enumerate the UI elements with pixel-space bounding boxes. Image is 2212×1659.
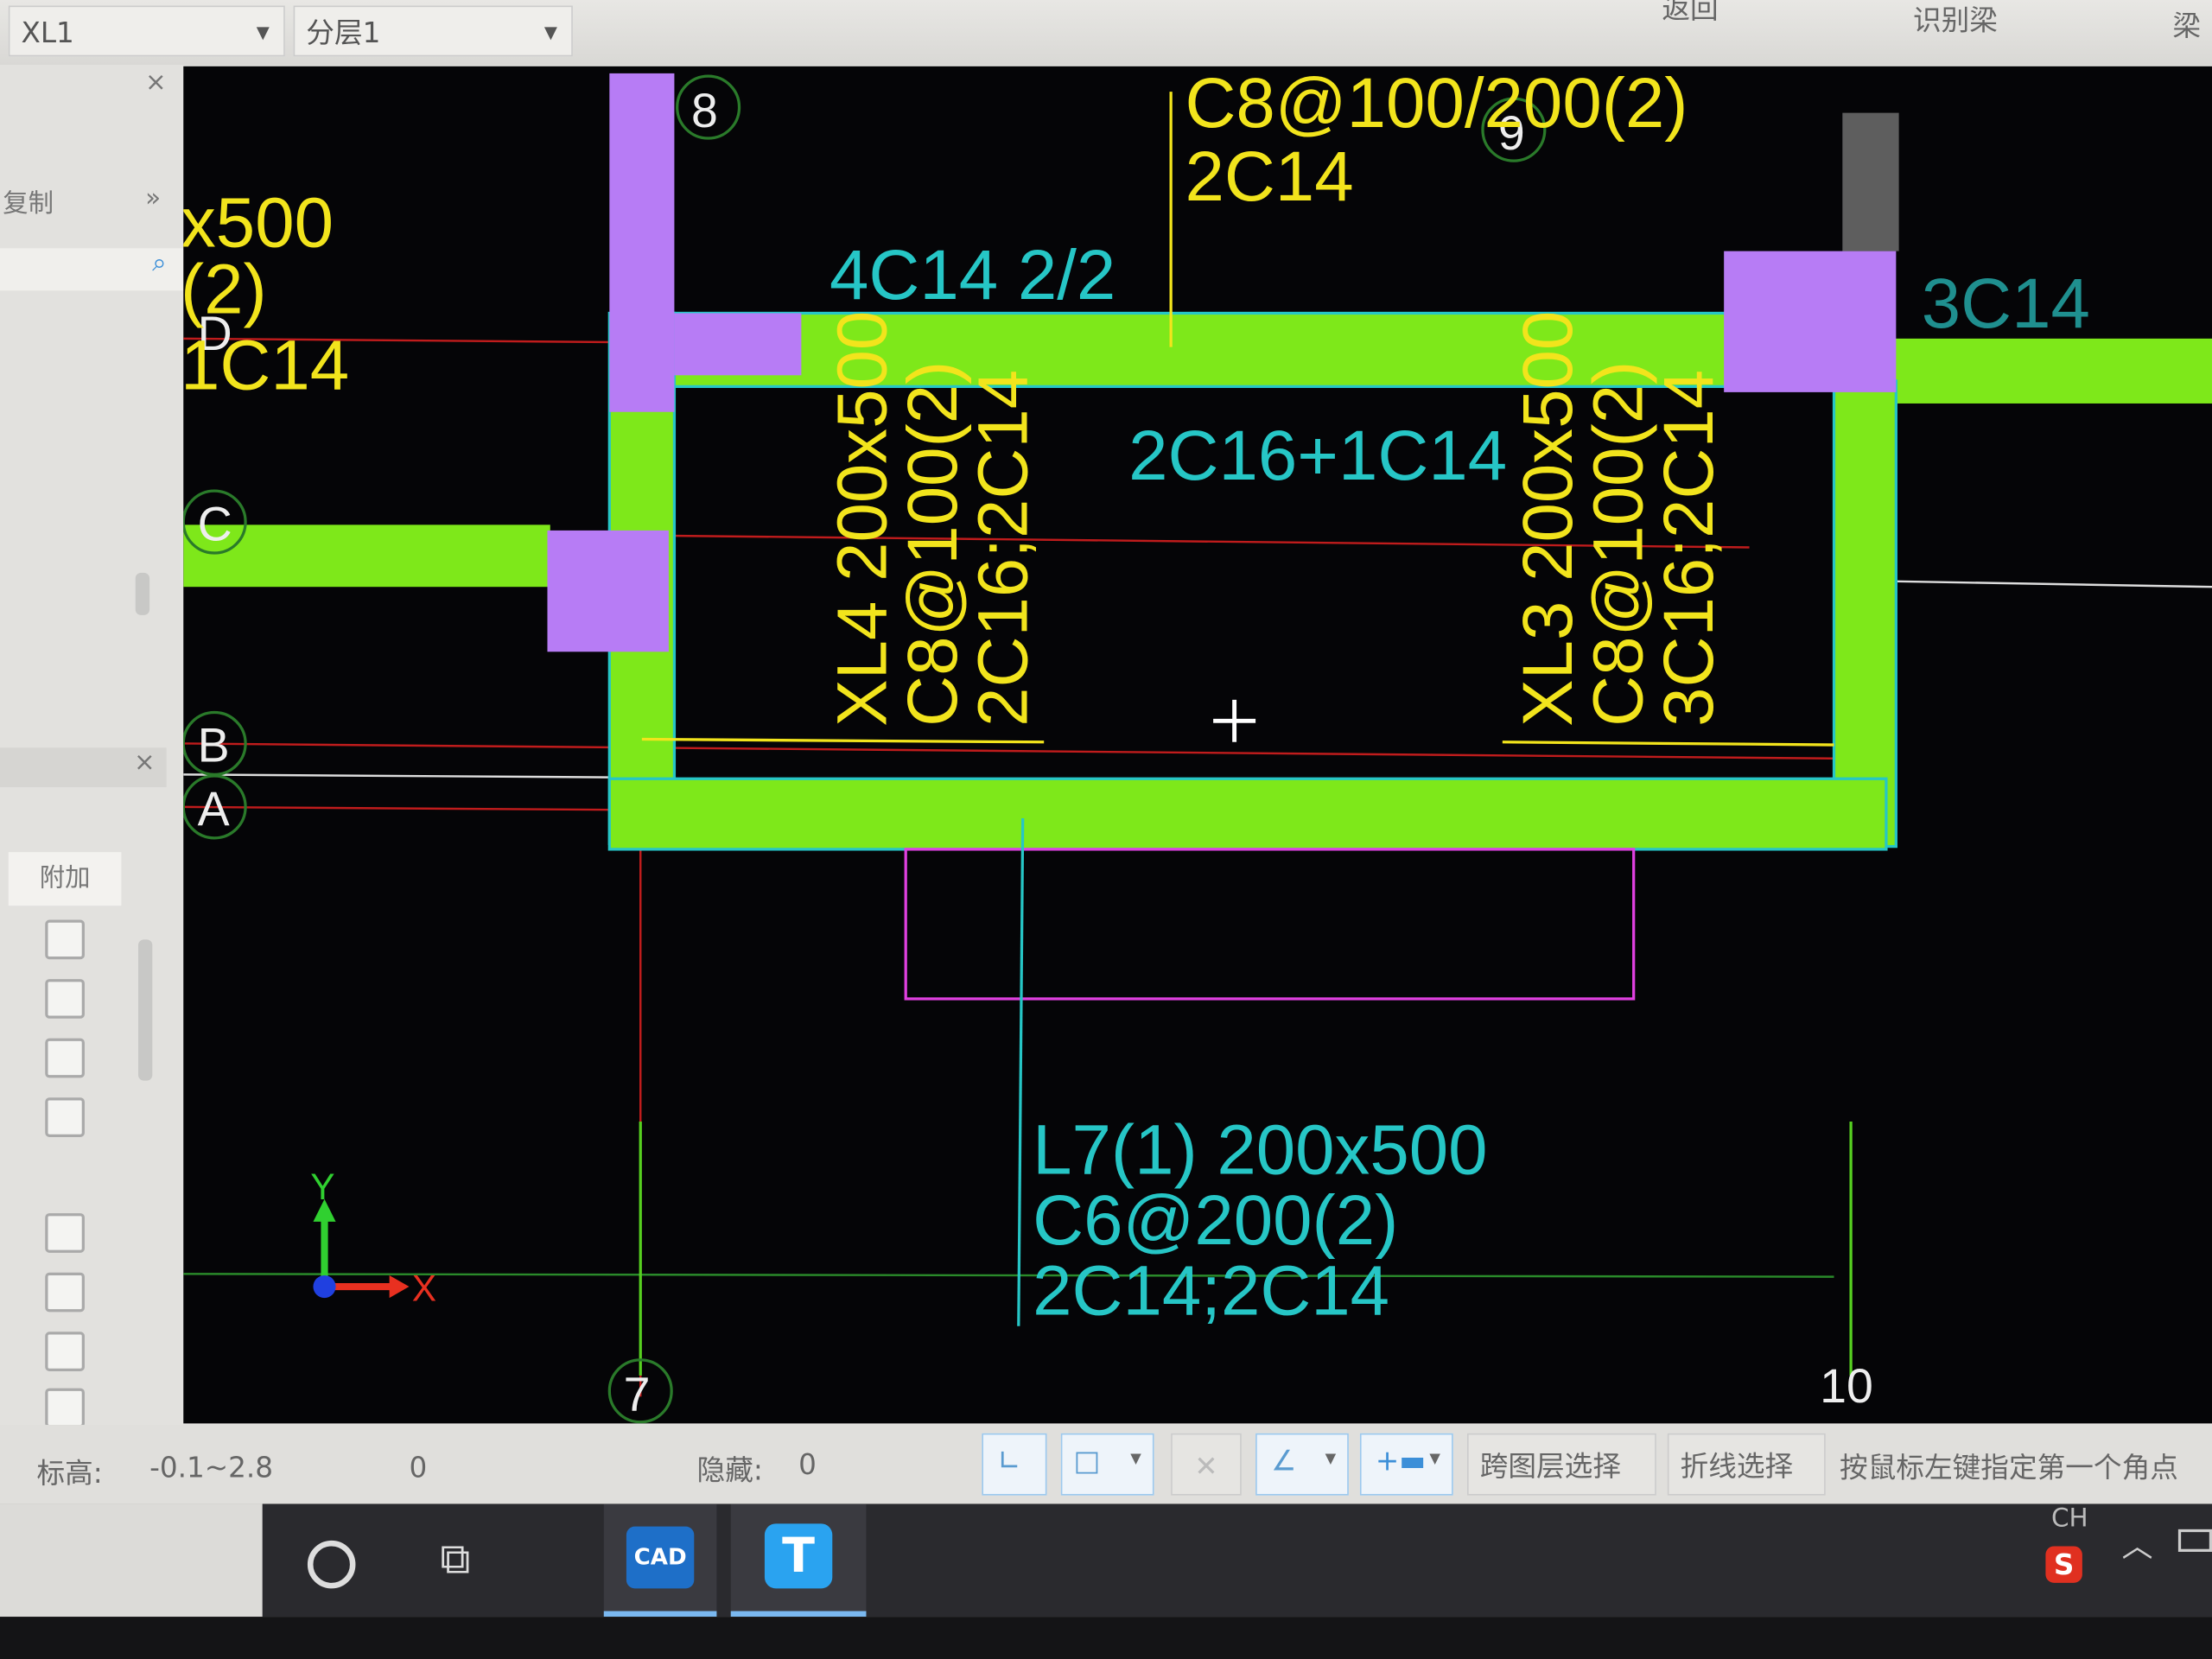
checkbox[interactable] (45, 979, 85, 1019)
snap-icon: +▬ (1375, 1443, 1427, 1478)
beam-label-xl3: C8@100(2) (1579, 361, 1657, 727)
beam-label: 3C14 (1922, 264, 2090, 343)
axis-label-10: 10 (1820, 1359, 1873, 1413)
chevron-down-icon: ▼ (1429, 1452, 1440, 1468)
beam-label: 2C16+1C14 (1128, 416, 1507, 495)
hidden-value: 0 (798, 1447, 817, 1482)
checkbox[interactable] (45, 1332, 85, 1371)
close-icon[interactable]: × (0, 747, 167, 788)
top-toolbar: XL1 ▼ 分层1 ▼ 返回 识别梁 梁 (0, 0, 2212, 66)
layer-select[interactable]: 分层1 ▼ (293, 5, 573, 57)
axis-label-8: 8 (691, 84, 718, 137)
beam-bottom (607, 777, 1888, 851)
scrollbar[interactable] (135, 572, 150, 615)
column-right (1724, 251, 1897, 392)
beam-label-xl4: XL4 200x500 (823, 311, 901, 727)
task-view-icon[interactable]: ⧉ (440, 1535, 470, 1584)
angle-button[interactable]: ∠ ▼ (1255, 1433, 1349, 1496)
beam-label: 2C14 (1185, 137, 1353, 216)
taskbar: ⧉ CAD T CH S ︿ (0, 1503, 2212, 1618)
battery-icon (2177, 1529, 2212, 1552)
taskbar-cad-app[interactable]: CAD (603, 1503, 717, 1618)
beam-button[interactable]: 梁 (2172, 3, 2201, 43)
svg-text:X: X (412, 1268, 436, 1308)
count-value: 0 (409, 1450, 428, 1484)
axis-label-A: A (198, 782, 230, 836)
hatched-wall (1842, 112, 1899, 251)
crosshair-cursor (1213, 699, 1256, 742)
cross-icon[interactable]: ✕ (1171, 1433, 1242, 1496)
hidden-label: 隐藏: (696, 1452, 763, 1487)
column-c (547, 530, 669, 652)
close-icon[interactable]: × (0, 67, 178, 97)
axis-label-B: B (198, 719, 230, 772)
chevron-up-icon[interactable]: ︿ (2122, 1521, 2153, 1566)
beam-label: (2) (183, 250, 267, 328)
elevation-value: -0.1~2.8 (149, 1450, 274, 1484)
beam-label-l7: C6@200(2) (1033, 1181, 1398, 1260)
ortho-button[interactable]: ∟ (982, 1433, 1047, 1496)
t-app-icon: T (764, 1523, 833, 1589)
column-corner (674, 313, 802, 376)
identify-beam-button[interactable]: 识别梁 (1913, 0, 1998, 38)
monitor-bezel (0, 1617, 2212, 1659)
component-select[interactable]: XL1 ▼ (8, 5, 285, 57)
command-prompt: 按鼠标左键指定第一个角点 (1840, 1450, 2178, 1484)
elevation-label: 标高: (36, 1455, 103, 1491)
expand-icon: » (145, 183, 162, 213)
beam-label-xl3: XL3 200x500 (1509, 311, 1587, 727)
left-panel: × 复制» ⌕ × 附加 (0, 65, 187, 1428)
beam-label-l7: L7(1) 200x500 (1033, 1110, 1487, 1189)
checkbox[interactable] (45, 1213, 85, 1253)
taskbar-t-app[interactable]: T (730, 1503, 867, 1618)
ucs-icon: Y X (310, 1166, 436, 1309)
beam-right (1832, 379, 1897, 849)
polyline-select-button[interactable]: 折线选择 (1667, 1433, 1826, 1496)
beam-label: C8@100/200(2) (1185, 67, 1688, 143)
select-box-button[interactable]: □ ▼ (1060, 1433, 1154, 1496)
status-bar: 标高: -0.1~2.8 0 隐藏: 0 ∟ □ ▼ ✕ ∠ ▼ +▬ ▼ 跨图层选择… (0, 1425, 2212, 1504)
chevron-down-icon: ▼ (1130, 1452, 1141, 1468)
column-top (609, 73, 675, 412)
axis-label-C: C (198, 497, 232, 550)
cross-layer-select-button[interactable]: 跨图层选择 (1467, 1433, 1656, 1496)
axis-label-7: 7 (624, 1368, 651, 1421)
beam-label-xl4: C8@100(2) (893, 361, 972, 727)
tab-additional[interactable]: 附加 (8, 852, 122, 906)
beam-label: 1C14 (183, 327, 349, 405)
svg-text:Y: Y (310, 1166, 334, 1207)
chevron-down-icon: ▼ (543, 22, 557, 42)
checkbox[interactable] (45, 1272, 85, 1313)
search-icon[interactable]: ⌕ (0, 248, 187, 291)
snap-button[interactable]: +▬ ▼ (1359, 1433, 1453, 1496)
chevron-down-icon: ▼ (1325, 1452, 1337, 1468)
back-button[interactable]: 返回 (1662, 0, 1718, 27)
checkbox[interactable] (45, 1097, 85, 1137)
beam-label-l7: 2C14;2C14 (1033, 1252, 1389, 1331)
checkbox[interactable] (45, 1388, 85, 1428)
ime-indicator[interactable]: CH (2051, 1503, 2088, 1533)
checkbox[interactable] (45, 1038, 85, 1078)
cad-icon: CAD (626, 1526, 695, 1589)
chevron-down-icon: ▼ (256, 22, 270, 42)
cad-drawing-canvas[interactable]: 8 9 7 10 D C B A x500 (2) 1C14 C8@100/20… (183, 66, 2212, 1424)
angle-icon: ∠ (1271, 1443, 1297, 1478)
beam-label-xl4: 2C16;2C14 (964, 370, 1043, 727)
beam-c (183, 524, 550, 588)
checkbox[interactable] (45, 919, 85, 960)
beam-right-ext (1890, 338, 2212, 404)
search-circle-icon[interactable] (307, 1540, 356, 1589)
ortho-icon: ∟ (997, 1443, 1021, 1478)
box-select-icon: □ (1073, 1443, 1101, 1478)
scrollbar[interactable] (138, 939, 153, 1081)
sogou-icon[interactable]: S (2045, 1546, 2082, 1583)
copy-button[interactable]: 复制» (0, 183, 169, 219)
beam-label-xl3: 3C16;2C14 (1649, 370, 1728, 727)
beam-label: 4C14 2/2 (830, 236, 1116, 315)
